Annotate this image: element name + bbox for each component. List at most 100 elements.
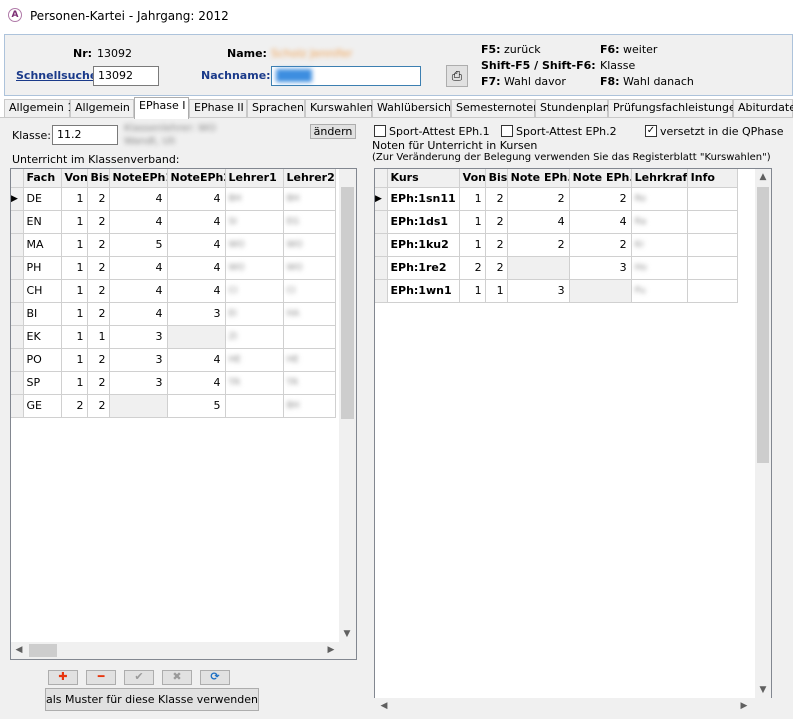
right-scroll-right-icon[interactable]: ▶ bbox=[736, 701, 752, 711]
table-row[interactable]: SP 1 2 3 4 TR TR bbox=[11, 371, 336, 395]
tab-sprachen[interactable]: Sprachen bbox=[247, 99, 305, 117]
table-cell[interactable]: 1 bbox=[87, 325, 110, 349]
table-cell[interactable] bbox=[687, 233, 738, 257]
column-header[interactable]: Lehrer2 bbox=[283, 169, 336, 188]
table-cell[interactable]: 2 bbox=[485, 187, 508, 211]
table-cell[interactable]: 4 bbox=[167, 371, 226, 395]
aendern-button[interactable]: ändern bbox=[310, 124, 356, 139]
table-cell[interactable]: Pu bbox=[631, 279, 688, 303]
table-cell[interactable]: 4 bbox=[109, 187, 168, 211]
left-hscrollbar[interactable]: ◀ ▶ bbox=[10, 642, 357, 660]
tab-allgemein-2[interactable]: Allgemein 2 bbox=[70, 99, 140, 117]
table-cell[interactable]: CI bbox=[225, 279, 284, 303]
table-cell[interactable]: 2 bbox=[507, 233, 570, 257]
table-cell[interactable]: EPh:1ds1 bbox=[387, 210, 460, 234]
left-vscrollbar[interactable]: ▼ bbox=[339, 169, 356, 659]
table-cell[interactable]: 1 bbox=[459, 210, 486, 234]
table-cell[interactable] bbox=[687, 256, 738, 280]
table-cell[interactable]: 4 bbox=[569, 210, 632, 234]
table-cell[interactable]: 1 bbox=[459, 187, 486, 211]
column-header[interactable]: Note EPh.2 bbox=[569, 169, 632, 188]
table-cell[interactable]: HE bbox=[283, 348, 336, 372]
table-cell[interactable]: 1 bbox=[61, 233, 88, 257]
versetzt-checkbox[interactable]: ✓ bbox=[645, 125, 657, 137]
table-cell[interactable]: 4 bbox=[507, 210, 570, 234]
table-cell[interactable]: 2 bbox=[87, 394, 110, 418]
column-header[interactable]: Fach bbox=[23, 169, 62, 188]
tab-ephase-ii[interactable]: EPhase II bbox=[189, 99, 247, 117]
table-cell[interactable] bbox=[225, 394, 284, 418]
remove-button[interactable]: ━ bbox=[86, 670, 116, 685]
tab-wahlübersicht[interactable]: Wahlübersicht bbox=[372, 99, 455, 117]
sport-attest-2-checkbox[interactable] bbox=[501, 125, 513, 137]
column-header[interactable]: Kurs bbox=[387, 169, 460, 188]
left-scroll-right-icon[interactable]: ▶ bbox=[323, 645, 339, 655]
table-row[interactable]: EPh:1wn1 1 1 3 Pu bbox=[375, 279, 738, 303]
table-cell[interactable]: 2 bbox=[485, 233, 508, 257]
schnellsuche-input[interactable]: 13092 bbox=[93, 66, 159, 86]
right-scroll-up-icon[interactable]: ▲ bbox=[755, 172, 771, 182]
table-cell[interactable]: SI bbox=[225, 210, 284, 234]
table-cell[interactable]: WO bbox=[225, 256, 284, 280]
add-button[interactable]: ✚ bbox=[48, 670, 78, 685]
table-cell[interactable]: BH bbox=[283, 394, 336, 418]
print-button[interactable]: ⎙ bbox=[446, 65, 468, 87]
table-cell[interactable]: 4 bbox=[167, 348, 226, 372]
table-cell[interactable]: 4 bbox=[167, 279, 226, 303]
table-cell[interactable]: HE bbox=[225, 348, 284, 372]
table-cell[interactable]: 2 bbox=[61, 394, 88, 418]
column-header[interactable]: NoteEPh1 bbox=[109, 169, 168, 188]
table-cell[interactable]: 1 bbox=[61, 256, 88, 280]
table-cell[interactable]: BH bbox=[225, 187, 284, 211]
table-cell[interactable]: 4 bbox=[167, 233, 226, 257]
table-cell[interactable]: 1 bbox=[61, 279, 88, 303]
table-cell[interactable]: HA bbox=[283, 302, 336, 326]
table-cell[interactable]: 5 bbox=[109, 233, 168, 257]
table-cell[interactable]: EK bbox=[23, 325, 62, 349]
table-row[interactable]: EPh:1ku2 1 2 2 2 Kr bbox=[375, 233, 738, 257]
table-cell[interactable]: EI bbox=[225, 302, 284, 326]
table-cell[interactable]: 3 bbox=[109, 371, 168, 395]
table-cell[interactable]: 1 bbox=[61, 210, 88, 234]
table-cell[interactable]: Ho bbox=[631, 256, 688, 280]
tab-prüfungsfachleistungen[interactable]: Prüfungsfachleistungen bbox=[608, 99, 743, 117]
table-cell[interactable]: 2 bbox=[87, 302, 110, 326]
table-cell[interactable]: TR bbox=[283, 371, 336, 395]
table-row[interactable]: BI 1 2 4 3 EI HA bbox=[11, 302, 336, 326]
table-cell[interactable]: 2 bbox=[87, 371, 110, 395]
column-header[interactable]: Lehrkraft bbox=[631, 169, 688, 188]
table-cell[interactable]: 1 bbox=[61, 302, 88, 326]
table-cell[interactable]: 1 bbox=[61, 348, 88, 372]
left-hscroll-thumb[interactable] bbox=[29, 644, 57, 657]
table-cell[interactable]: DE bbox=[23, 187, 62, 211]
table-cell[interactable]: MA bbox=[23, 233, 62, 257]
table-cell[interactable]: EG bbox=[283, 210, 336, 234]
left-scroll-down-icon[interactable]: ▼ bbox=[339, 629, 355, 639]
right-scroll-left-icon[interactable]: ◀ bbox=[376, 701, 392, 711]
table-row[interactable]: EPh:1ds1 1 2 4 4 Ra bbox=[375, 210, 738, 234]
table-cell[interactable]: 2 bbox=[485, 256, 508, 280]
table-cell[interactable]: EPh:1wn1 bbox=[387, 279, 460, 303]
table-cell[interactable]: 4 bbox=[167, 210, 226, 234]
table-row[interactable]: MA 1 2 5 4 WO WO bbox=[11, 233, 336, 257]
table-cell[interactable]: 4 bbox=[109, 302, 168, 326]
table-cell[interactable]: 2 bbox=[87, 256, 110, 280]
table-cell[interactable]: BI bbox=[23, 302, 62, 326]
table-row[interactable]: GE 2 2 5 BH bbox=[11, 394, 336, 418]
tab-semesternoten[interactable]: Semesternoten bbox=[451, 99, 540, 117]
table-cell[interactable]: 1 bbox=[459, 233, 486, 257]
table-cell[interactable]: GE bbox=[23, 394, 62, 418]
column-header[interactable]: Von bbox=[459, 169, 486, 188]
tab-kurswahlen[interactable]: Kurswahlen bbox=[305, 99, 373, 117]
column-header[interactable]: Lehrer1 bbox=[225, 169, 284, 188]
table-cell[interactable]: EPh:1re2 bbox=[387, 256, 460, 280]
table-cell[interactable]: EN bbox=[23, 210, 62, 234]
schnellsuche-link[interactable]: Schnellsuche bbox=[16, 69, 97, 82]
table-cell[interactable]: 3 bbox=[167, 302, 226, 326]
sport-attest-1-checkbox[interactable] bbox=[374, 125, 386, 137]
table-cell[interactable]: 4 bbox=[167, 256, 226, 280]
table-cell[interactable] bbox=[283, 325, 336, 349]
muster-button[interactable]: als Muster für diese Klasse verwenden bbox=[45, 688, 259, 711]
column-header[interactable]: Von bbox=[61, 169, 88, 188]
table-cell[interactable]: 2 bbox=[87, 233, 110, 257]
